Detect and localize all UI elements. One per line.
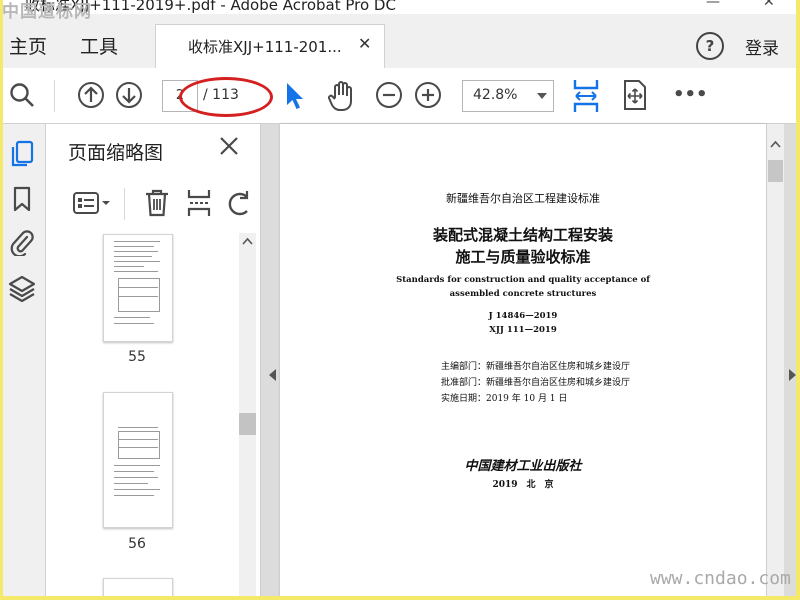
zoom-value: 42.8% [473,87,518,103]
close-panel-icon[interactable] [218,135,240,161]
next-page-icon[interactable] [115,81,143,113]
previous-page-icon[interactable] [77,81,105,113]
menu-bar: 主页 工具 收标准XJJ+111-201... ✕ ? 登录 [3,14,796,70]
watermark-top-left: 中国道标网 [2,2,92,22]
acrobat-window: 收标准XJJ+111-2019+.pdf - Adobe Acrobat Pro… [3,0,796,596]
document-title-line2: 施工与质量验收标准 [455,248,591,266]
scroll-up-icon[interactable] [770,140,781,148]
panel-separator [124,188,125,220]
red-highlight-ellipse [179,77,273,117]
english-title-line1: Standards for construction and quality a… [396,275,650,285]
zoom-out-icon[interactable] [375,81,403,113]
page-thumbnails-icon[interactable] [9,140,35,172]
select-cursor-icon[interactable] [285,81,305,115]
login-button[interactable]: 登录 [745,34,779,59]
document-title-line1: 装配式混凝土结构工程安装 [432,226,613,244]
document-tab[interactable]: 收标准XJJ+111-201... ✕ [155,24,385,70]
document-scrollbar[interactable] [767,124,784,596]
collapse-right-icon[interactable] [789,369,796,381]
page-thumbnail[interactable] [103,234,173,342]
hand-tool-icon[interactable] [326,80,356,116]
thumbnail-page-number: 56 [128,536,146,552]
pdf-page: 新疆维吾尔自治区工程建设标准 装配式混凝土结构工程安装 施工与质量验收标准 St… [280,124,766,596]
search-icon[interactable] [9,82,35,112]
page-thumbnail[interactable] [103,578,173,596]
panel-title: 页面缩略图 [68,142,164,164]
attachment-icon[interactable] [10,228,34,260]
minimize-button[interactable]: — [706,0,720,10]
menu-tools[interactable]: 工具 [80,32,118,59]
english-title-line2: assembled concrete structures [449,289,597,299]
zoom-in-icon[interactable] [414,81,442,113]
standard-code-2: XJJ 111—2019 [489,325,557,335]
collapse-left-icon[interactable] [269,369,276,381]
thumbnail-scroll-thumb[interactable] [239,413,256,435]
thumbnail-options-icon[interactable] [72,190,112,220]
zoom-select[interactable]: 42.8% [462,80,554,112]
left-tool-rail [3,124,46,596]
thumbnail-scrollbar[interactable] [239,233,256,596]
thumbnail-page-number: 55 [128,349,146,365]
menu-home[interactable]: 主页 [9,32,47,59]
document-view: 新疆维吾尔自治区工程建设标准 装配式混凝土结构工程安装 施工与质量验收标准 St… [261,124,796,596]
more-tools-icon[interactable]: ••• [673,84,708,105]
help-icon[interactable]: ? [696,32,724,60]
scroll-up-icon[interactable] [242,237,253,245]
title-bar: 收标准XJJ+111-2019+.pdf - Adobe Acrobat Pro… [3,0,796,14]
page-thumbnail[interactable] [103,392,173,528]
standard-code-1: J 14846—2019 [488,311,558,321]
publisher-name: 中国建材工业出版社 [464,459,582,474]
bookmark-icon[interactable] [12,186,32,216]
rotate-page-icon[interactable] [226,188,252,222]
chevron-down-icon [537,93,547,99]
document-tab-label: 收标准XJJ+111-201... [188,38,342,56]
publish-place: 2019 北 京 [492,480,554,490]
toolbar: 2 / 113 42.8% ••• [3,68,796,124]
page-thumbnails-panel: 页面缩略图 55 56 [46,124,261,596]
approver-department: 批准部门：新疆维吾尔自治区住房和城乡建设厅 [441,378,631,388]
panel-toolbar [46,176,260,231]
document-scroll-thumb[interactable] [768,160,783,182]
toolbar-separator [54,80,55,112]
insert-page-icon[interactable] [186,188,212,222]
full-screen-icon[interactable] [622,79,648,115]
layers-icon[interactable] [8,274,36,306]
effective-date: 实施日期：2019 年 10 月 1 日 [441,394,568,404]
delete-page-icon[interactable] [144,188,170,222]
fit-width-icon[interactable] [572,78,600,118]
standard-org-line: 新疆维吾尔自治区工程建设标准 [446,192,600,205]
watermark-bottom-right: www.cndao.com [650,568,791,589]
editor-department: 主编部门：新疆维吾尔自治区住房和城乡建设厅 [441,362,631,372]
close-window-button[interactable]: ✕ [763,0,775,10]
close-tab-icon[interactable]: ✕ [358,34,371,53]
